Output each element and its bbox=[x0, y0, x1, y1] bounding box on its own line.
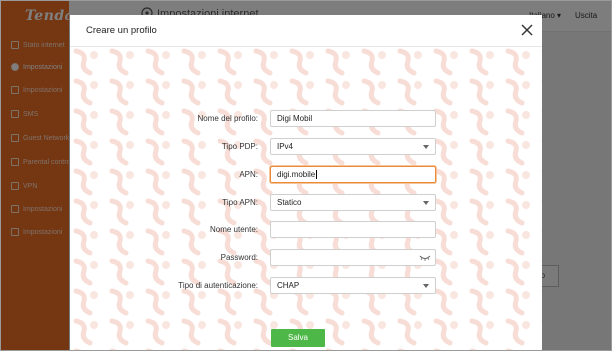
password-input[interactable] bbox=[270, 249, 436, 266]
browser-viewport: Tenda Stato internet Impostazioni Impost… bbox=[0, 0, 612, 351]
apn-input[interactable]: digi.mobile bbox=[270, 166, 436, 183]
text-cursor bbox=[316, 170, 318, 180]
profile-name-input[interactable]: Digi Mobil bbox=[270, 110, 436, 127]
pdp-type-select[interactable]: IPv4 bbox=[270, 138, 436, 155]
apn-type-label: Tipo APN: bbox=[222, 198, 258, 207]
auth-type-select[interactable]: CHAP bbox=[270, 277, 436, 294]
profile-name-label: Nome del profilo: bbox=[197, 114, 258, 123]
pdp-type-label: Tipo PDP: bbox=[221, 142, 258, 151]
username-input[interactable] bbox=[270, 221, 436, 238]
hide-password-icon[interactable] bbox=[419, 255, 431, 261]
apn-type-select[interactable]: Statico bbox=[270, 194, 436, 211]
create-profile-dialog: Creare un profilo Nome del profilo: Digi… bbox=[70, 15, 542, 350]
password-label: Password: bbox=[220, 253, 258, 262]
dialog-body: Nome del profilo: Digi Mobil Tipo PDP: I… bbox=[70, 47, 542, 350]
apn-label: APN: bbox=[239, 170, 258, 179]
dialog-header: Creare un profilo bbox=[70, 15, 542, 47]
dialog-title: Creare un profilo bbox=[86, 25, 157, 36]
save-button[interactable]: Salva bbox=[271, 329, 325, 347]
auth-type-label: Tipo di autenticazione: bbox=[178, 281, 258, 290]
apn-value: digi.mobile bbox=[277, 170, 316, 179]
close-icon[interactable] bbox=[520, 23, 534, 37]
username-label: Nome utente: bbox=[209, 225, 258, 234]
